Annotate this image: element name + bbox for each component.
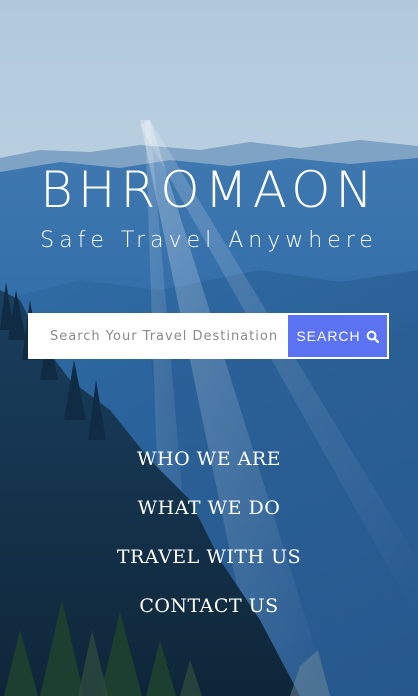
search-button[interactable]: SEARCH (288, 315, 387, 357)
search-button-label: SEARCH (296, 328, 361, 344)
main-navigation: WHO WE ARE WHAT WE DO TRAVEL WITH US CON… (0, 440, 418, 636)
search-form: SEARCH (28, 313, 389, 359)
search-input[interactable] (30, 315, 288, 357)
nav-link-who-we-are[interactable]: WHO WE ARE (0, 440, 418, 489)
site-tagline: Safe Travel Anywhere (40, 228, 378, 253)
nav-link-what-we-do[interactable]: WHAT WE DO (0, 489, 418, 538)
nav-link-travel-with-us[interactable]: TRAVEL WITH US (0, 538, 418, 587)
hero-section: BHROMAON Safe Travel Anywhere SEARCH WHO… (0, 0, 418, 696)
search-icon (366, 330, 379, 343)
site-logo-title: BHROMAON (40, 161, 378, 219)
nav-link-contact-us[interactable]: CONTACT US (0, 587, 418, 636)
